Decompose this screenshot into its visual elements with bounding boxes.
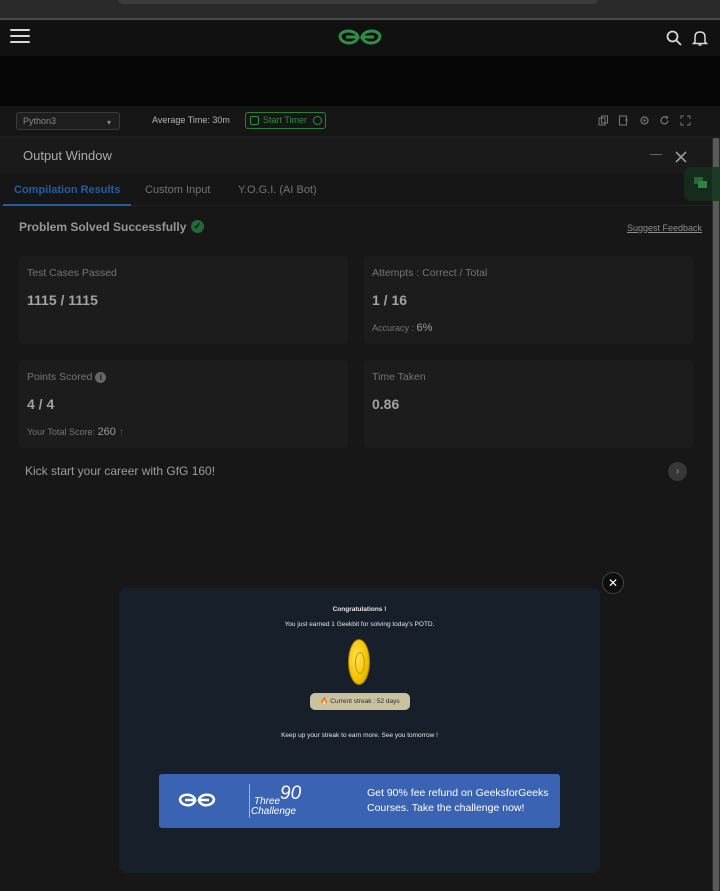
three90-ninety: 90 [280, 783, 302, 804]
banner-text: Get 90% fee refund on GeeksforGeeks Cour… [367, 787, 549, 814]
search-icon[interactable] [665, 29, 683, 47]
site-header [0, 20, 720, 56]
header-spacer [0, 56, 720, 106]
play-icon [313, 116, 322, 125]
modal-keep-up-text: Keep up your streak to earn more. See yo… [281, 732, 438, 739]
start-timer-label: Start Timer [263, 115, 308, 125]
gfg-logo[interactable] [336, 23, 384, 51]
gfg-logo [178, 793, 216, 807]
three90-challenge-banner[interactable]: Three 90 Challenge Get 90% fee refund on… [159, 774, 560, 828]
start-timer-button[interactable]: Start Timer [245, 112, 326, 129]
geekbit-modal: Congratulations ! You just earned 1 Geek… [119, 588, 600, 873]
chevron-down-icon: ▾ [106, 118, 111, 127]
bell-icon[interactable] [691, 29, 709, 47]
language-select[interactable]: Python3 ▾ [16, 112, 120, 130]
app-root: Python3 ▾ Average Time: 30m Start Timer … [0, 0, 720, 891]
average-time: Average Time: 30m [152, 115, 230, 125]
modal-earned-text: You just earned 1 Geekbit for solving to… [284, 621, 435, 628]
language-select-value: Python3 [23, 116, 57, 126]
timer-icon [250, 116, 259, 125]
menu-icon[interactable] [10, 29, 30, 45]
editor-toolbar: Python3 ▾ Average Time: 30m Start Timer [0, 106, 720, 136]
geekbit-coin-icon [348, 639, 370, 685]
fullscreen-icon[interactable] [680, 115, 691, 126]
three90-logo: Three 90 Challenge [249, 783, 309, 818]
streak-badge: 🔥 Current streak : 52 days [310, 693, 410, 710]
copy-icon[interactable] [598, 115, 609, 126]
add-file-icon[interactable] [618, 115, 629, 126]
settings-icon[interactable] [639, 115, 650, 126]
streak-text: Current streak : 52 days [330, 698, 400, 705]
browser-top-strip [0, 0, 720, 20]
scrollbar[interactable] [712, 138, 720, 891]
modal-congrats: Congratulations ! [332, 606, 387, 613]
three90-challenge: Challenge [251, 806, 297, 817]
refresh-icon[interactable] [659, 115, 670, 126]
modal-close-button[interactable]: ✕ [602, 572, 624, 594]
